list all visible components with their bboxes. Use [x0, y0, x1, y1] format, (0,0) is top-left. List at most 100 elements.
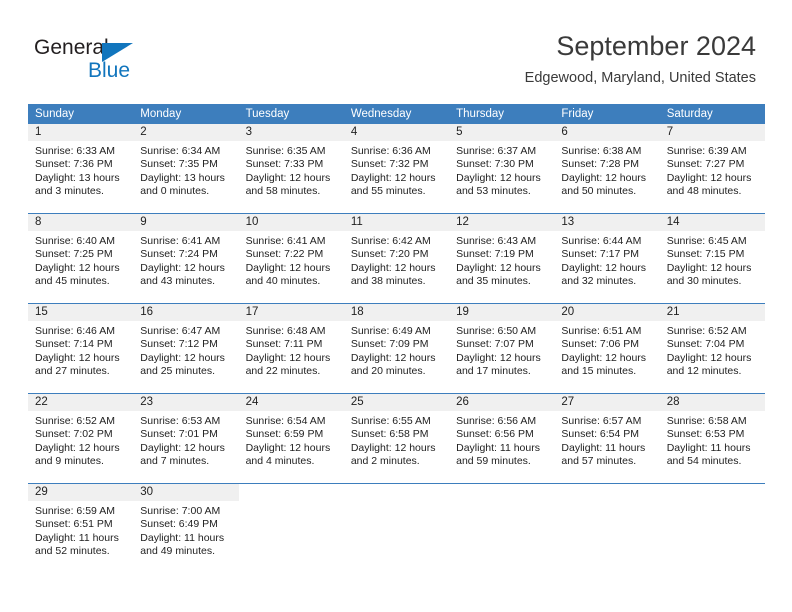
- day-cell[interactable]: 5 Sunrise: 6:37 AM Sunset: 7:30 PM Dayli…: [449, 124, 555, 213]
- sunset-text: Sunset: 7:12 PM: [140, 338, 218, 351]
- day-info: Sunrise: 6:36 AM Sunset: 7:32 PM Dayligh…: [344, 141, 449, 198]
- daylight-text: Daylight: 12 hours and 4 minutes.: [245, 441, 331, 467]
- day-info: Sunrise: 6:53 AM Sunset: 7:01 PM Dayligh…: [133, 411, 238, 468]
- day-info: Sunrise: 6:56 AM Sunset: 6:56 PM Dayligh…: [449, 411, 554, 468]
- daylight-text: Daylight: 12 hours and 32 minutes.: [561, 261, 647, 287]
- daylight-text: Daylight: 11 hours and 49 minutes.: [140, 531, 225, 557]
- daylight-text: Daylight: 12 hours and 27 minutes.: [35, 351, 120, 377]
- day-cell[interactable]: 14 Sunrise: 6:45 AM Sunset: 7:15 PM Dayl…: [659, 214, 765, 303]
- daylight-text: Daylight: 12 hours and 2 minutes.: [350, 441, 436, 467]
- sunset-text: Sunset: 7:35 PM: [140, 158, 218, 171]
- day-number: 27: [554, 394, 660, 411]
- day-cell[interactable]: 20 Sunrise: 6:51 AM Sunset: 7:06 PM Dayl…: [554, 304, 660, 393]
- page-title: September 2024: [556, 31, 756, 61]
- sunrise-text: Sunrise: 6:45 AM: [666, 235, 747, 247]
- day-cell[interactable]: 11 Sunrise: 6:42 AM Sunset: 7:20 PM Dayl…: [343, 214, 450, 303]
- day-cell[interactable]: 1 Sunrise: 6:33 AM Sunset: 7:36 PM Dayli…: [28, 124, 134, 213]
- daylight-text: Daylight: 12 hours and 48 minutes.: [666, 171, 752, 197]
- day-cell[interactable]: 12 Sunrise: 6:43 AM Sunset: 7:19 PM Dayl…: [449, 214, 555, 303]
- day-cell[interactable]: 10 Sunrise: 6:41 AM Sunset: 7:22 PM Dayl…: [238, 214, 344, 303]
- daylight-text: Daylight: 12 hours and 50 minutes.: [561, 171, 647, 197]
- day-number: 24: [238, 394, 344, 411]
- day-number: 19: [449, 304, 555, 321]
- title-block: September 2024 Edgewood, Maryland, Unite…: [525, 30, 756, 87]
- daylight-text: Daylight: 12 hours and 22 minutes.: [245, 351, 331, 377]
- day-cell[interactable]: 15 Sunrise: 6:46 AM Sunset: 7:14 PM Dayl…: [28, 304, 134, 393]
- day-cell[interactable]: 19 Sunrise: 6:50 AM Sunset: 7:07 PM Dayl…: [449, 304, 555, 393]
- day-info: Sunrise: 6:40 AM Sunset: 7:25 PM Dayligh…: [28, 231, 133, 288]
- day-number: 1: [28, 124, 134, 141]
- day-cell[interactable]: 2 Sunrise: 6:34 AM Sunset: 7:35 PM Dayli…: [133, 124, 239, 213]
- day-cell[interactable]: 18 Sunrise: 6:49 AM Sunset: 7:09 PM Dayl…: [343, 304, 450, 393]
- daylight-text: Daylight: 12 hours and 43 minutes.: [140, 261, 225, 287]
- day-info: Sunrise: 6:49 AM Sunset: 7:09 PM Dayligh…: [344, 321, 449, 378]
- week-row: 1 Sunrise: 6:33 AM Sunset: 7:36 PM Dayli…: [28, 124, 765, 213]
- sunset-text: Sunset: 7:04 PM: [666, 338, 745, 351]
- day-info: Sunrise: 6:59 AM Sunset: 6:51 PM Dayligh…: [28, 501, 133, 558]
- day-cell[interactable]: 30 Sunrise: 7:00 AM Sunset: 6:49 PM Dayl…: [133, 484, 239, 573]
- day-cell-empty: [449, 484, 555, 573]
- day-info: Sunrise: 6:41 AM Sunset: 7:24 PM Dayligh…: [133, 231, 238, 288]
- day-cell[interactable]: 4 Sunrise: 6:36 AM Sunset: 7:32 PM Dayli…: [343, 124, 450, 213]
- day-number: 10: [238, 214, 344, 231]
- day-cell[interactable]: 9 Sunrise: 6:41 AM Sunset: 7:24 PM Dayli…: [133, 214, 239, 303]
- day-cell-empty: [659, 484, 765, 573]
- sunset-text: Sunset: 7:01 PM: [140, 428, 218, 441]
- sunrise-text: Sunrise: 6:34 AM: [140, 145, 221, 157]
- daylight-text: Daylight: 13 hours and 0 minutes.: [140, 171, 225, 197]
- day-cell[interactable]: 24 Sunrise: 6:54 AM Sunset: 6:59 PM Dayl…: [238, 394, 344, 483]
- day-cell[interactable]: 8 Sunrise: 6:40 AM Sunset: 7:25 PM Dayli…: [28, 214, 134, 303]
- day-cell[interactable]: 16 Sunrise: 6:47 AM Sunset: 7:12 PM Dayl…: [133, 304, 239, 393]
- day-info: Sunrise: 6:37 AM Sunset: 7:30 PM Dayligh…: [449, 141, 554, 198]
- day-info: Sunrise: 6:43 AM Sunset: 7:19 PM Dayligh…: [449, 231, 554, 288]
- day-number: 12: [449, 214, 555, 231]
- sunrise-text: Sunrise: 6:52 AM: [35, 415, 115, 427]
- day-cell[interactable]: 27 Sunrise: 6:57 AM Sunset: 6:54 PM Dayl…: [554, 394, 660, 483]
- day-cell[interactable]: 21 Sunrise: 6:52 AM Sunset: 7:04 PM Dayl…: [659, 304, 765, 393]
- sunset-text: Sunset: 7:14 PM: [35, 338, 113, 351]
- sunset-text: Sunset: 7:02 PM: [35, 428, 113, 441]
- week-row: 29 Sunrise: 6:59 AM Sunset: 6:51 PM Dayl…: [28, 483, 765, 573]
- day-cell[interactable]: 29 Sunrise: 6:59 AM Sunset: 6:51 PM Dayl…: [28, 484, 134, 573]
- day-info: Sunrise: 6:42 AM Sunset: 7:20 PM Dayligh…: [344, 231, 449, 288]
- day-info: Sunrise: 6:45 AM Sunset: 7:15 PM Dayligh…: [660, 231, 765, 288]
- day-info: Sunrise: 6:51 AM Sunset: 7:06 PM Dayligh…: [554, 321, 659, 378]
- week-row: 22 Sunrise: 6:52 AM Sunset: 7:02 PM Dayl…: [28, 393, 765, 483]
- week-row: 8 Sunrise: 6:40 AM Sunset: 7:25 PM Dayli…: [28, 213, 765, 303]
- sunset-text: Sunset: 6:59 PM: [245, 428, 324, 441]
- sunrise-text: Sunrise: 6:40 AM: [35, 235, 115, 247]
- sunset-text: Sunset: 6:49 PM: [140, 518, 218, 531]
- day-cell[interactable]: 7 Sunrise: 6:39 AM Sunset: 7:27 PM Dayli…: [659, 124, 765, 213]
- sunrise-text: Sunrise: 6:49 AM: [350, 325, 431, 337]
- day-cell[interactable]: 3 Sunrise: 6:35 AM Sunset: 7:33 PM Dayli…: [238, 124, 344, 213]
- sunrise-text: Sunrise: 6:56 AM: [456, 415, 537, 427]
- sunrise-text: Sunrise: 6:46 AM: [35, 325, 115, 337]
- sunset-text: Sunset: 6:58 PM: [350, 428, 429, 441]
- day-cell[interactable]: 25 Sunrise: 6:55 AM Sunset: 6:58 PM Dayl…: [343, 394, 450, 483]
- day-cell[interactable]: 22 Sunrise: 6:52 AM Sunset: 7:02 PM Dayl…: [28, 394, 134, 483]
- day-cell[interactable]: 28 Sunrise: 6:58 AM Sunset: 6:53 PM Dayl…: [659, 394, 765, 483]
- daylight-text: Daylight: 12 hours and 25 minutes.: [140, 351, 225, 377]
- sunrise-text: Sunrise: 6:54 AM: [245, 415, 326, 427]
- sunset-text: Sunset: 7:15 PM: [666, 248, 745, 261]
- sunset-text: Sunset: 6:56 PM: [456, 428, 534, 441]
- daylight-text: Daylight: 12 hours and 30 minutes.: [666, 261, 752, 287]
- day-cell[interactable]: 17 Sunrise: 6:48 AM Sunset: 7:11 PM Dayl…: [238, 304, 344, 393]
- day-cell[interactable]: 23 Sunrise: 6:53 AM Sunset: 7:01 PM Dayl…: [133, 394, 239, 483]
- day-number: 5: [449, 124, 555, 141]
- sunset-text: Sunset: 6:51 PM: [35, 518, 113, 531]
- sunset-text: Sunset: 6:53 PM: [666, 428, 745, 441]
- calendar-page: General Blue September 2024 Edgewood, Ma…: [0, 0, 792, 612]
- day-number: 28: [659, 394, 765, 411]
- sunrise-text: Sunrise: 6:44 AM: [561, 235, 642, 247]
- day-number: 16: [133, 304, 239, 321]
- day-cell[interactable]: 13 Sunrise: 6:44 AM Sunset: 7:17 PM Dayl…: [554, 214, 660, 303]
- weekday-header-tuesday: Tuesday: [245, 108, 290, 120]
- day-cell[interactable]: 6 Sunrise: 6:38 AM Sunset: 7:28 PM Dayli…: [554, 124, 660, 213]
- day-info: Sunrise: 6:46 AM Sunset: 7:14 PM Dayligh…: [28, 321, 133, 378]
- day-number: 14: [659, 214, 765, 231]
- day-cell[interactable]: 26 Sunrise: 6:56 AM Sunset: 6:56 PM Dayl…: [449, 394, 555, 483]
- sunset-text: Sunset: 7:09 PM: [350, 338, 429, 351]
- brand-logo[interactable]: General Blue: [34, 36, 234, 90]
- weekday-header-row: Sunday Monday Tuesday Wednesday Thursday…: [28, 104, 765, 124]
